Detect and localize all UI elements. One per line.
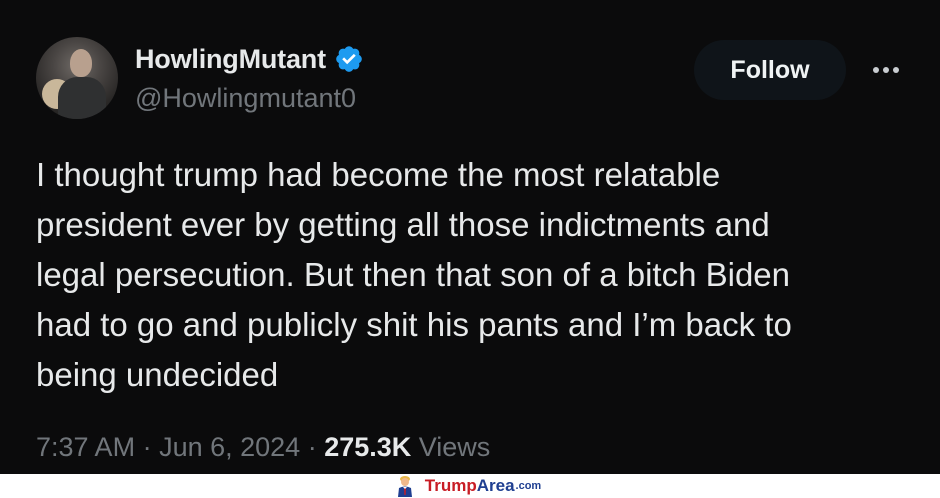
more-dot (873, 67, 879, 73)
author-display-name[interactable]: HowlingMutant (135, 44, 326, 75)
site-logo[interactable]: Trump Area .com (395, 474, 541, 498)
meta-separator: · (135, 432, 160, 462)
tweet-meta: 7:37 AM · Jun 6, 2024 · 275.3K Views (36, 432, 490, 463)
trump-figure-icon (397, 476, 412, 497)
more-horizontal-icon[interactable] (864, 54, 908, 86)
author-name-row: HowlingMutant (135, 42, 364, 76)
tweet-card: HowlingMutant @Howlingmutant0 Follow I t… (0, 0, 940, 474)
avatar-body-figure (58, 77, 106, 119)
follow-button[interactable]: Follow (694, 40, 846, 100)
views-count[interactable]: 275.3K (324, 432, 411, 463)
views-label: Views (411, 432, 491, 462)
verified-badge-icon (336, 46, 362, 72)
brand-area-text: Area (476, 476, 515, 495)
tweet-date[interactable]: Jun 6, 2024 (159, 432, 300, 463)
brand-com-text: .com (515, 480, 542, 492)
more-dot (893, 67, 899, 73)
more-dot (883, 67, 889, 73)
brand-trump-text: Trump (424, 476, 477, 495)
avatar[interactable] (36, 37, 118, 119)
tweet-time[interactable]: 7:37 AM (36, 432, 135, 463)
avatar-head-figure (70, 49, 92, 77)
tweet-text: I thought trump had become the most rela… (36, 156, 792, 393)
meta-separator: · (300, 432, 325, 462)
author-handle[interactable]: @Howlingmutant0 (135, 83, 356, 114)
watermark-footer: Trump Area .com (0, 474, 940, 498)
